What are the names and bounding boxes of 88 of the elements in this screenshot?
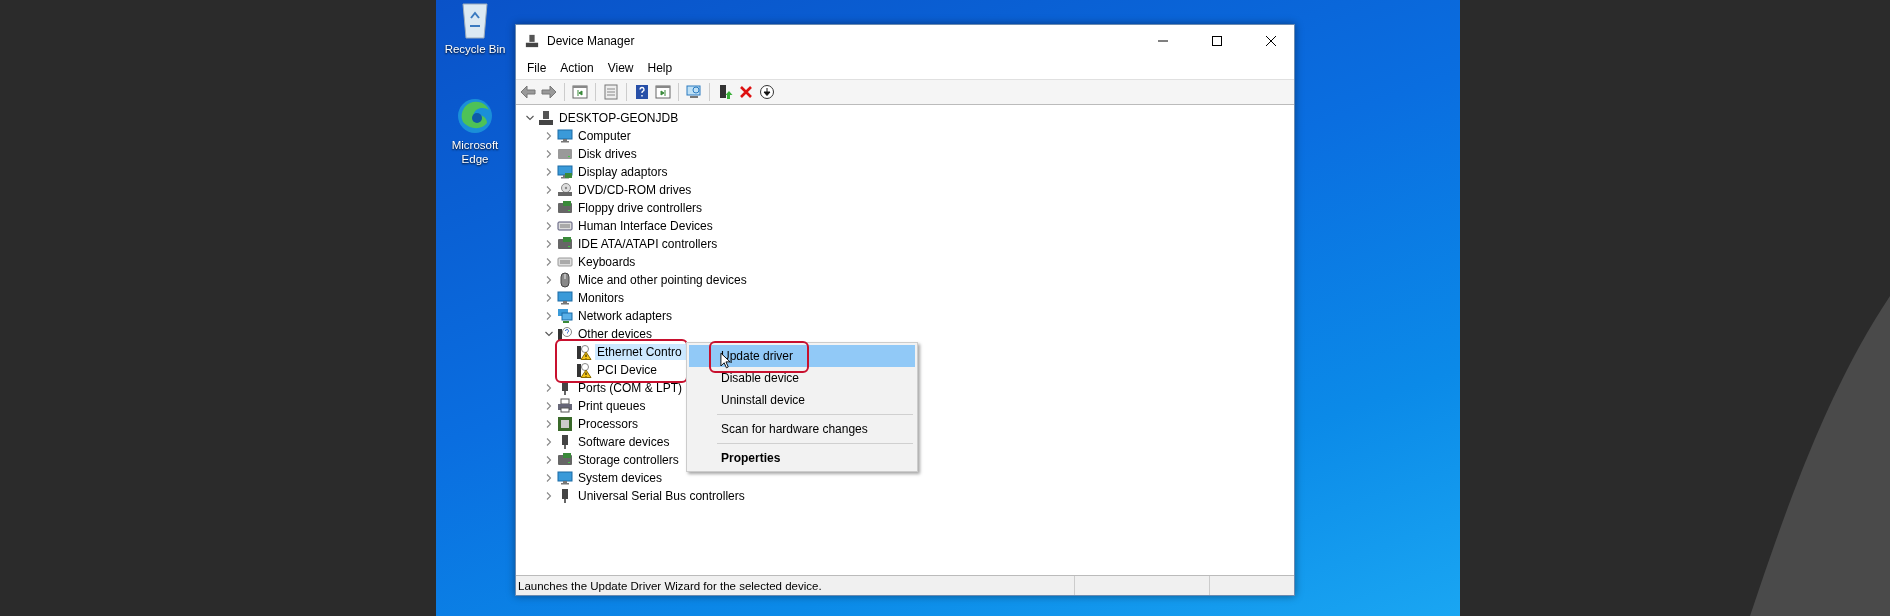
tree-item[interactable]: Universal Serial Bus controllers <box>576 488 747 504</box>
monitor-search-icon[interactable] <box>686 84 702 100</box>
tree-item[interactable]: DESKTOP-GEONJDB <box>557 110 681 126</box>
menu-item[interactable]: Action <box>553 59 601 77</box>
panel-toggle-icon[interactable] <box>572 84 588 100</box>
tree-item[interactable]: IDE ATA/ATAPI controllers <box>576 236 720 252</box>
monitor-icon <box>557 128 573 144</box>
context-menu-item[interactable]: Properties <box>689 447 915 469</box>
forward-arrow-icon[interactable] <box>541 84 557 100</box>
card-icon <box>557 236 573 252</box>
desktop-icon-label[interactable]: Microsoft Edge <box>442 138 508 166</box>
menu-item[interactable]: File <box>520 59 554 77</box>
tree-item[interactable]: Display adaptors <box>576 164 670 180</box>
update-driver-icon[interactable] <box>717 84 733 100</box>
context-menu-item[interactable]: Disable device <box>689 367 915 389</box>
tree-item[interactable]: Print queues <box>576 398 648 414</box>
window-title: Device Manager <box>547 34 635 48</box>
chip-icon <box>557 416 573 432</box>
context-menu-item[interactable]: Scan for hardware changes <box>689 418 915 440</box>
chevron-right-icon[interactable] <box>544 293 554 303</box>
chevron-right-icon[interactable] <box>544 203 554 213</box>
status-text: Launches the Update Driver Wizard for the selected device. <box>517 579 823 592</box>
printer-icon <box>557 398 573 414</box>
tree-item[interactable]: Processors <box>576 416 641 432</box>
tree-item[interactable]: Ports (COM & LPT) <box>576 380 684 396</box>
computer-icon <box>525 34 539 48</box>
keyboard-icon <box>557 218 573 234</box>
computer-icon <box>538 110 554 126</box>
tree-item[interactable]: Other devices <box>576 326 655 342</box>
chevron-right-icon[interactable] <box>544 257 554 267</box>
help-icon[interactable] <box>634 84 650 100</box>
browser-logo-icon[interactable] <box>455 96 495 136</box>
tree-item[interactable]: Floppy drive controllers <box>576 200 705 216</box>
tree-item[interactable]: Mice and other pointing devices <box>576 272 749 288</box>
tree-item[interactable]: Disk drives <box>576 146 639 162</box>
chevron-right-icon[interactable] <box>544 419 554 429</box>
tree-item[interactable]: DVD/CD-ROM drives <box>576 182 694 198</box>
chevron-right-icon[interactable] <box>544 455 554 465</box>
question-icon <box>557 326 573 342</box>
close-icon <box>1266 36 1276 46</box>
chevron-right-icon[interactable] <box>544 275 554 285</box>
minimize-icon <box>1158 40 1168 42</box>
chevron-down-icon[interactable] <box>544 329 554 339</box>
chevron-right-icon[interactable] <box>544 185 554 195</box>
monitor-icon <box>557 470 573 486</box>
network-icon <box>557 308 573 324</box>
tree-item[interactable]: Computer <box>576 128 633 144</box>
tree-item[interactable]: Network adapters <box>576 308 675 324</box>
menu-item[interactable]: View <box>600 59 641 77</box>
tree-item[interactable]: System devices <box>576 470 665 486</box>
close-x-icon[interactable] <box>738 84 754 100</box>
down-arrow-circle-icon[interactable] <box>759 84 775 100</box>
panel-toggle-icon[interactable] <box>655 84 671 100</box>
menu-item[interactable]: Help <box>640 59 680 77</box>
chevron-right-icon[interactable] <box>544 383 554 393</box>
chevron-right-icon[interactable] <box>544 149 554 159</box>
drive-icon <box>557 200 573 216</box>
chevron-right-icon[interactable] <box>544 167 554 177</box>
warning-icon <box>576 362 592 378</box>
card-icon <box>557 452 573 468</box>
warning-icon <box>576 344 592 360</box>
chevron-right-icon[interactable] <box>544 239 554 249</box>
tree-item[interactable]: Keyboards <box>576 254 638 270</box>
tree-item[interactable]: Human Interface Devices <box>576 218 715 234</box>
properties-icon[interactable] <box>603 84 619 100</box>
disc-icon <box>557 182 573 198</box>
tree-item[interactable]: Monitors <box>576 290 626 306</box>
recycle-bin-icon[interactable] <box>459 0 491 40</box>
context-menu-item[interactable]: Uninstall device <box>689 389 915 411</box>
back-arrow-icon[interactable] <box>520 84 536 100</box>
chevron-right-icon[interactable] <box>544 473 554 483</box>
maximize-icon <box>1212 36 1222 46</box>
chevron-right-icon[interactable] <box>544 311 554 321</box>
chevron-right-icon[interactable] <box>544 131 554 141</box>
chevron-right-icon[interactable] <box>544 221 554 231</box>
tree-item[interactable]: PCI Device <box>595 362 660 378</box>
tree-item[interactable]: Software devices <box>576 434 672 450</box>
chevron-right-icon[interactable] <box>544 491 554 501</box>
chevron-right-icon[interactable] <box>544 401 554 411</box>
chevron-down-icon[interactable] <box>525 113 535 123</box>
desktop-icon-label[interactable]: Recycle Bin <box>442 42 508 56</box>
monitor-icon <box>557 164 573 180</box>
mouse-icon <box>557 272 573 288</box>
drive-icon <box>557 146 573 162</box>
chevron-right-icon[interactable] <box>544 437 554 447</box>
monitor-icon <box>557 290 573 306</box>
tree-item[interactable]: Storage controllers <box>576 452 681 468</box>
keyboard-icon <box>557 254 573 270</box>
